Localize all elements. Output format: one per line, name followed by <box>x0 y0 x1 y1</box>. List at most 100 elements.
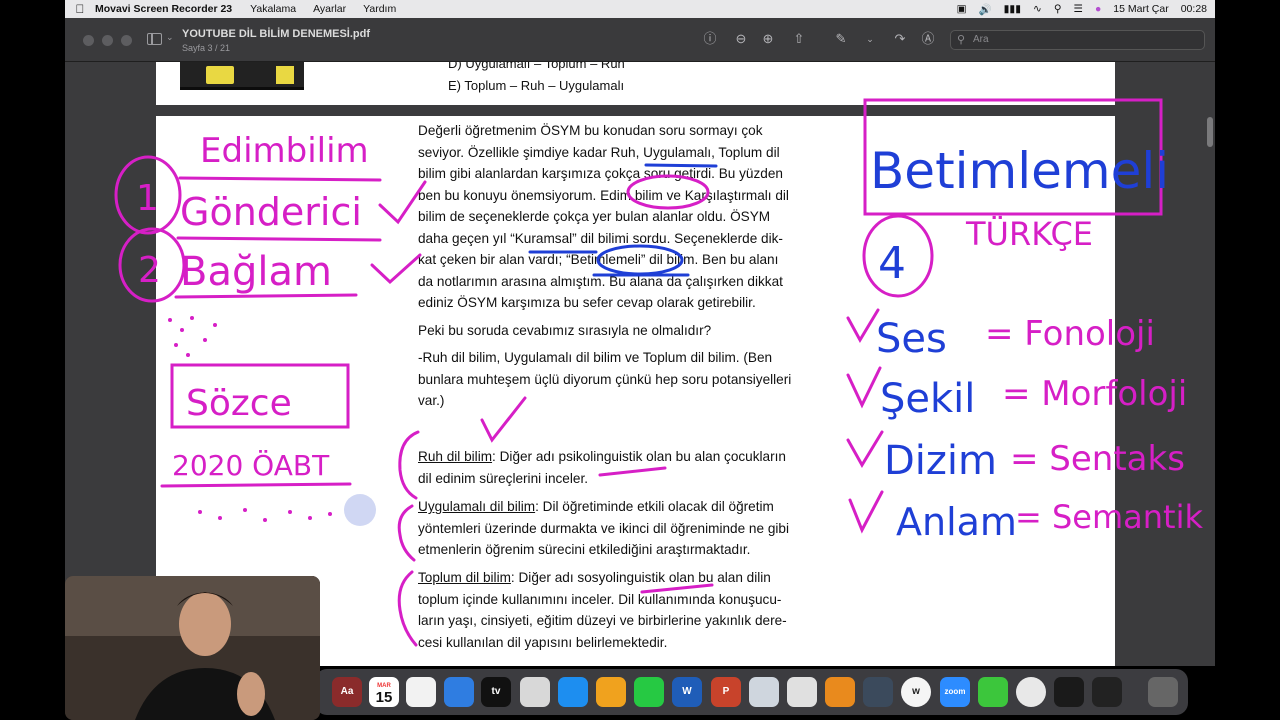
dock: Aa MAR 15 tv W P w zoom <box>315 669 1188 715</box>
reminders-icon[interactable] <box>406 677 436 707</box>
text-line: ların yaşı, cinsiyeti, eğitim düzeyi ve … <box>418 613 787 628</box>
text-line: bunlara muhteşem üçlü diyorum çünkü hep … <box>418 371 792 387</box>
text-line: dil edinim süreçlerini inceler. <box>418 470 588 486</box>
quicktime-icon[interactable] <box>863 677 893 707</box>
battery-icon[interactable]: ▮▮▮ <box>1004 3 1021 15</box>
intro-paragraph: Değerli öğretmenim ÖSYM bu konudan soru … <box>418 120 849 314</box>
menu-ayarlar[interactable]: Ayarlar <box>313 3 346 15</box>
text-line: var.) <box>418 393 445 408</box>
recorder-icon[interactable]: ▣ <box>957 3 967 15</box>
info-icon[interactable]: ⓘ <box>701 30 719 48</box>
siri-icon[interactable]: ● <box>1095 3 1101 15</box>
term-uygulamali: Uygulamalı dil bilim <box>418 499 536 514</box>
text-line: : Dil öğretiminde etkili olacak dil öğre… <box>535 499 774 514</box>
window-controls <box>83 35 132 46</box>
volume-icon[interactable]: 🔊 <box>979 3 992 16</box>
text-line: yöntemleri üzerinde durmakta ve ikinci d… <box>418 520 789 536</box>
rotate-icon[interactable]: ↷ <box>891 30 909 48</box>
zoom-in-icon[interactable]: ⊕ <box>759 30 777 48</box>
control-center-icon[interactable]: ☰ <box>1074 3 1083 15</box>
word-icon[interactable]: W <box>672 677 702 707</box>
text-line: ediniz ÖSYM karşımıza bu sefer cevap ola… <box>418 295 756 310</box>
share-icon[interactable]: ⇧ <box>790 30 808 48</box>
markup-pen-icon[interactable]: ✎ <box>832 30 850 48</box>
dictionary-icon[interactable]: Aa <box>332 677 362 707</box>
pages-icon[interactable] <box>596 677 626 707</box>
gamepad-icon[interactable] <box>978 677 1008 707</box>
definition-uygulamali: Uygulamalı dil bilim: Dil öğretiminde et… <box>418 496 849 561</box>
question-text: Peki bu soruda cevabımız sırasıyla ne ol… <box>418 323 712 338</box>
calendar-icon[interactable]: MAR 15 <box>369 677 399 707</box>
definition-ruh: Ruh dil bilim: Diğer adı psikolinguistik… <box>418 446 849 489</box>
text-line: : Diğer adı sosyolinguistik olan bu alan… <box>510 570 771 585</box>
text-line: daha geçen yıl “Kuramsal” dil bilimi sor… <box>418 230 783 246</box>
w-app-icon[interactable]: w <box>901 677 931 707</box>
term-ruh: Ruh dil bilim <box>418 449 493 464</box>
trash-icon[interactable] <box>1148 677 1178 707</box>
document-title: YOUTUBE DİL BİLİM DENEMESİ.pdf <box>182 28 371 40</box>
option-e: E) Toplum – Ruh – Uygulamalı <box>448 78 625 93</box>
page-2-bottom: D) Uygulamalı – Toplum – Ruh E) Toplum –… <box>156 62 1115 105</box>
sidebar-toggle-icon[interactable] <box>147 33 162 45</box>
presenter-video <box>65 576 320 720</box>
menu-yakalama[interactable]: Yakalama <box>250 3 296 15</box>
calendar-day: 15 <box>375 689 393 706</box>
webcam-overlay <box>65 576 320 720</box>
definition-toplum: Toplum dil bilim: Diğer adı sosyolinguis… <box>418 567 849 653</box>
search-placeholder: Ara <box>973 34 989 45</box>
text-line: etmenlerin öğrenim sürecini etkilediğini… <box>418 542 751 557</box>
text-line: cesi kullanılan dil yapısını belirlemekt… <box>418 634 668 650</box>
text-line: Değerli öğretmenim ÖSYM bu konudan soru … <box>418 123 763 138</box>
text-line: seviyor. Özellikle şimdiye kadar Ruh, Uy… <box>418 144 780 160</box>
zoom-out-icon[interactable]: ⊖ <box>732 30 750 48</box>
app-store-icon[interactable] <box>558 677 588 707</box>
keynote-icon[interactable] <box>444 677 474 707</box>
time-label[interactable]: 00:28 <box>1181 3 1207 15</box>
books-icon[interactable] <box>825 677 855 707</box>
whatsapp-icon[interactable] <box>634 677 664 707</box>
activity-monitor-icon[interactable] <box>1054 677 1084 707</box>
term-toplum: Toplum dil bilim <box>418 570 511 585</box>
option-d: D) Uygulamalı – Toplum – Ruh <box>448 62 625 71</box>
preview-icon[interactable] <box>749 677 779 707</box>
launchpad-icon[interactable] <box>787 677 817 707</box>
menu-bar:  Movavi Screen Recorder 23 Yakalama Aya… <box>65 0 1215 18</box>
text-line: -Ruh dil bilim, Uygulamalı dil bilim ve … <box>418 350 773 365</box>
text-line: bilim gibi alanlardan karşımıza çokça so… <box>418 166 783 181</box>
zoom-icon[interactable]: zoom <box>940 677 970 707</box>
minimize-button[interactable] <box>102 35 113 46</box>
text-line: kat çeken bir alan vardı; “Betimlemeli” … <box>418 252 779 267</box>
book-logo <box>206 66 234 84</box>
scrollbar-thumb[interactable] <box>1207 117 1213 147</box>
text-line: ben bu konuyu önemsiyorum. Edim bilim ve… <box>418 187 789 203</box>
book-qr <box>276 66 294 84</box>
screenshot-icon[interactable] <box>520 677 550 707</box>
annotate-icon[interactable]: Ⓐ <box>919 30 937 48</box>
status-area: ▣ 🔊 ▮▮▮ ∿ ⚲ ☰ ● 15 Mart Çar 00:28 <box>957 3 1215 16</box>
chrome-icon[interactable] <box>1016 677 1046 707</box>
search-icon: ⚲ <box>957 34 966 46</box>
preview-window: ⌄ YOUTUBE DİL BİLİM DENEMESİ.pdf Sayfa 3… <box>65 18 1215 666</box>
text-line: da notlarımın arasına almıştım. Bu alana… <box>418 273 783 289</box>
apple-tv-icon[interactable]: tv <box>481 677 511 707</box>
text-line: toplum içinde kullanımını inceler. Dil k… <box>418 591 782 607</box>
piano-icon[interactable] <box>1092 677 1122 707</box>
menu-yardim[interactable]: Yardım <box>363 3 396 15</box>
title-bar: ⌄ YOUTUBE DİL BİLİM DENEMESİ.pdf Sayfa 3… <box>65 18 1215 62</box>
close-button[interactable] <box>83 35 94 46</box>
search-field[interactable]: ⚲ Ara <box>950 30 1205 50</box>
zoom-button[interactable] <box>121 35 132 46</box>
powerpoint-icon[interactable]: P <box>711 677 741 707</box>
page-indicator: Sayfa 3 / 21 <box>182 43 231 53</box>
search-menubar-icon[interactable]: ⚲ <box>1054 3 1062 15</box>
markup-chevron-icon[interactable]: ⌄ <box>861 30 879 48</box>
book-cover-image <box>180 62 304 90</box>
apple-menu-icon[interactable]:  <box>65 2 95 16</box>
chevron-down-icon[interactable]: ⌄ <box>166 32 174 43</box>
wifi-icon[interactable]: ∿ <box>1033 3 1042 15</box>
date-label[interactable]: 15 Mart Çar <box>1113 3 1168 15</box>
app-menu[interactable]: Movavi Screen Recorder 23 <box>95 3 232 15</box>
text-line: bilim de seçeneklerde çokça yer bulan al… <box>418 209 771 224</box>
answer-paragraph: -Ruh dil bilim, Uygulamalı dil bilim ve … <box>418 347 849 412</box>
text-line: : Diğer adı psikolinguistik olan bu alan… <box>492 449 786 464</box>
